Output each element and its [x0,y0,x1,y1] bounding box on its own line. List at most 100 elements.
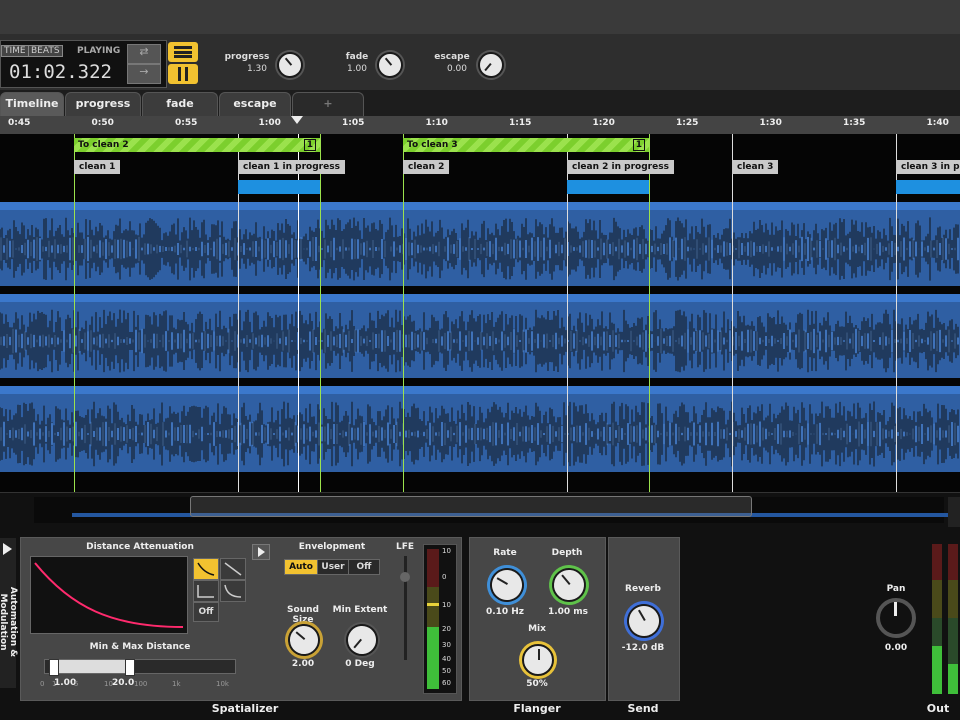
play-icon [258,547,265,557]
automation-side-tab[interactable]: Automation & Modulation [0,538,18,688]
timeline-tracks[interactable]: To clean 21 To clean 31 clean 1 clean 1 … [0,134,960,492]
marker-clean-1[interactable]: clean 1 [74,160,121,174]
region-to-clean-2[interactable]: To clean 21 [74,138,320,152]
curve-type-custom[interactable] [220,580,246,602]
tab-timeline[interactable]: Timeline [0,92,64,117]
audio-track-2[interactable] [0,294,960,378]
ruler-tick-label: 1:10 [425,118,448,128]
fade-knob-value: 1.00 [346,64,368,74]
curve-off-button[interactable]: Off [193,602,219,622]
time-mode-button[interactable]: TIME [1,45,29,57]
region-boundary [320,134,321,492]
depth-label: Depth [551,548,583,558]
track-header-band [0,386,960,394]
region-to-clean-3[interactable]: To clean 31 [403,138,649,152]
overview-scroll-end[interactable] [948,497,960,527]
pan-knob[interactable] [876,598,916,638]
progress-segment [238,180,320,194]
lfe-label: LFE [396,542,415,552]
send-section-label: Send [627,702,659,715]
min-distance-handle[interactable] [49,659,59,676]
distance-range-slider[interactable] [44,659,236,676]
pan-knob-indicator [894,602,897,616]
progress-knob-label: progress [224,52,270,62]
min-extent-label: Min Extent [332,605,388,615]
curve-type-linear[interactable] [193,558,219,580]
pause-button[interactable] [168,64,198,84]
ruler-tick-label: 1:40 [926,118,949,128]
progress-knob-value: 1.30 [246,64,268,74]
playhead-handle[interactable] [291,116,303,124]
envelopment-expand-button[interactable] [252,544,270,560]
marker-clean-2[interactable]: clean 2 [403,160,450,174]
mix-value: 50% [526,679,548,689]
ruler-tick-label: 1:25 [676,118,699,128]
marker-clean-1-in-progress[interactable]: clean 1 in progress [238,160,345,174]
region-boundary [649,134,650,492]
list-view-button[interactable] [168,42,198,62]
clock-readout: 01:02.322 [9,61,112,83]
marker-line [732,134,733,492]
out-meter-right [946,544,960,694]
reverb-value: -12.0 dB [621,643,665,653]
rate-value: 0.10 Hz [485,607,525,617]
envelopment-user-button[interactable]: User [317,559,349,575]
ruler-tick-label: 1:05 [342,118,365,128]
loop-button[interactable]: ⇄ [127,44,161,64]
ruler-tick-label: 0:50 [91,118,114,128]
loop-icon: ⇄ [139,45,149,58]
beats-mode-button[interactable]: BEATS [28,45,63,57]
min-distance-value: 1.00 [54,678,77,688]
max-distance-value: 20.0 [112,678,135,688]
curve-type-exp[interactable] [193,580,219,602]
pause-icon [178,67,188,81]
window-top-strip [0,0,960,35]
envelopment-auto-button[interactable]: Auto [284,559,318,575]
marker-clean-3[interactable]: clean 3 [732,160,779,174]
waveform [0,217,959,281]
timeline-ruler[interactable] [0,116,960,135]
marker-clean-3-in-progress[interactable]: clean 3 in progress [896,160,960,174]
region-boundary [74,134,75,492]
follow-button[interactable]: → [127,64,161,84]
marker-clean-2-in-progress[interactable]: clean 2 in progress [567,160,674,174]
overview-viewport-handle[interactable] [190,496,752,517]
audio-track-1[interactable] [0,202,960,286]
ruler-tick-label: 1:20 [592,118,615,128]
envelopment-off-button[interactable]: Off [348,559,380,575]
ruler-tick-label: 1:35 [843,118,866,128]
transport-clock-panel: TIME BEATS PLAYING 01:02.322 ⇄ → [0,40,167,88]
curve-shape-icon [224,562,242,576]
region-boundary [403,134,404,492]
sound-size-label: Sound Size [287,605,319,625]
lfe-fader[interactable] [400,556,410,660]
audio-track-3[interactable] [0,386,960,472]
depth-value: 1.00 ms [547,607,589,617]
region-count: 1 [632,139,645,151]
out-meter-left [930,544,944,694]
attenuation-curve-graph[interactable] [30,556,188,634]
min-max-distance-title: Min & Max Distance [89,642,191,652]
arrow-right-icon: → [139,65,149,78]
track-header-band [0,202,960,210]
timeline-overview[interactable] [0,492,960,529]
mix-label: Mix [528,624,546,634]
lfe-fader-handle[interactable] [400,572,410,582]
spatializer-section-label: Spatializer [211,702,279,715]
playing-status: PLAYING [77,46,121,56]
max-distance-handle[interactable] [125,659,135,676]
fade-knob-label: fade [345,52,369,62]
tab-fade[interactable]: fade [142,92,218,117]
spatializer-level-meter: 10 0 10 20 30 40 50 60 [423,544,457,694]
curve-type-log[interactable] [220,558,246,580]
tab-progress[interactable]: progress [65,92,141,117]
add-tab-button[interactable]: + [292,92,364,117]
mix-knob[interactable] [522,644,554,676]
envelopment-title: Envelopment [298,542,366,552]
waveform [0,309,959,373]
reverb-label: Reverb [625,584,661,594]
distance-attenuation-title: Distance Attenuation [86,542,194,552]
escape-knob-label: escape [434,52,470,62]
ruler-tick-label: 0:45 [8,118,31,128]
tab-escape[interactable]: escape [219,92,291,117]
